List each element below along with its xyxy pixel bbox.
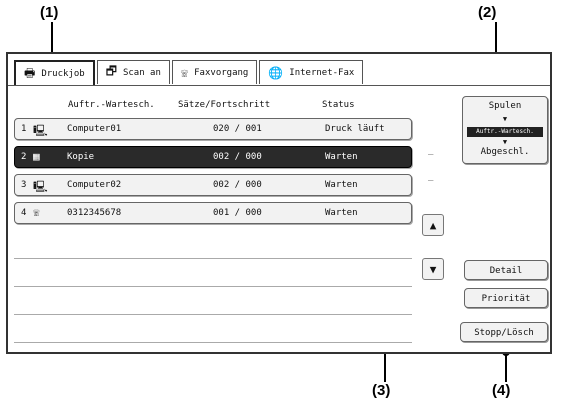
job-number: 2 bbox=[21, 152, 27, 162]
tab-divider bbox=[8, 85, 550, 86]
divider-mark: – bbox=[428, 176, 434, 186]
callout-3: (3) bbox=[372, 382, 391, 399]
callout-1: (1) bbox=[40, 4, 59, 21]
priority-button[interactable]: Priorität bbox=[464, 288, 548, 308]
completed-label: Abgeschl. bbox=[480, 147, 530, 157]
spool-label: Spulen bbox=[488, 101, 522, 111]
queue-label: Auftr.-Wartesch. bbox=[467, 127, 543, 137]
job-number: 3 bbox=[21, 180, 27, 190]
empty-row-line bbox=[14, 258, 412, 259]
copy-icon: ▦ bbox=[33, 150, 40, 163]
job-row[interactable]: 4 ☏ 0312345678 001 / 000 Warten bbox=[14, 202, 412, 224]
scroll-down-button[interactable]: ▼ bbox=[422, 258, 444, 280]
queue-selector-button[interactable]: Spulen ▼ Auftr.-Wartesch. ▼ Abgeschl. bbox=[462, 96, 548, 164]
callout-4-line bbox=[505, 352, 507, 382]
job-row-selected[interactable]: 2 ▦ Kopie 002 / 000 Warten bbox=[14, 146, 412, 168]
tab-label: Faxvorgang bbox=[194, 67, 249, 78]
internet-fax-icon: 🌐 bbox=[268, 65, 284, 80]
detail-button[interactable]: Detail bbox=[464, 260, 548, 280]
tab-internet-fax[interactable]: 🌐 Internet-Fax bbox=[259, 60, 364, 84]
job-number: 4 bbox=[21, 208, 27, 218]
job-progress: 020 / 001 bbox=[213, 124, 262, 134]
job-progress: 002 / 000 bbox=[213, 152, 262, 162]
job-name: Computer02 bbox=[67, 180, 122, 190]
arrow-up-icon: ▲ bbox=[429, 219, 437, 232]
column-header-status: Status bbox=[322, 100, 355, 110]
job-number: 1 bbox=[21, 124, 27, 134]
job-status: Warten bbox=[325, 152, 358, 162]
job-status: Druck läuft bbox=[325, 124, 385, 134]
job-status: Warten bbox=[325, 208, 358, 218]
job-status-screen: 🖶 Druckjob 🗗 Scan an ☏ Faxvorgang 🌐 Inte… bbox=[6, 52, 552, 354]
printer-icon: 🖶 bbox=[24, 65, 36, 80]
tab-print-job[interactable]: 🖶 Druckjob bbox=[14, 60, 95, 86]
computer-icon: 🖳 bbox=[33, 180, 48, 193]
fax-icon: ☏ bbox=[33, 206, 40, 219]
job-name: Kopie bbox=[67, 152, 95, 162]
tab-scan-to[interactable]: 🗗 Scan an bbox=[96, 60, 170, 84]
job-row[interactable]: 3 🖳 Computer02 002 / 000 Warten bbox=[14, 174, 412, 196]
column-header-progress: Sätze/Fortschritt bbox=[178, 100, 271, 110]
mode-tabs: 🖶 Druckjob 🗗 Scan an ☏ Faxvorgang 🌐 Inte… bbox=[14, 60, 365, 86]
callout-4: (4) bbox=[492, 382, 511, 399]
job-progress: 001 / 000 bbox=[213, 208, 262, 218]
arrow-down-icon: ▼ bbox=[429, 263, 437, 276]
scan-icon: 🗗 bbox=[105, 64, 117, 78]
stop-delete-button[interactable]: Stopp/Lösch bbox=[460, 322, 548, 342]
computer-icon: 🖳 bbox=[33, 124, 48, 137]
arrow-down-icon: ▼ bbox=[502, 115, 508, 123]
job-status: Warten bbox=[325, 180, 358, 190]
arrow-down-icon: ▼ bbox=[502, 138, 508, 146]
tab-fax-job[interactable]: ☏ Faxvorgang bbox=[171, 60, 258, 84]
column-header-queue: Auftr.-Wartesch. bbox=[68, 100, 155, 110]
scroll-up-button[interactable]: ▲ bbox=[422, 214, 444, 236]
fax-icon: ☏ bbox=[180, 65, 189, 80]
callout-2: (2) bbox=[478, 4, 497, 21]
empty-row-line bbox=[14, 342, 412, 343]
tab-label: Druckjob bbox=[41, 69, 85, 79]
divider-mark: – bbox=[428, 150, 434, 160]
job-name: Computer01 bbox=[67, 124, 122, 134]
empty-row-line bbox=[14, 314, 412, 315]
tab-label: Internet-Fax bbox=[289, 67, 355, 78]
job-row[interactable]: 1 🖳 Computer01 020 / 001 Druck läuft bbox=[14, 118, 412, 140]
tab-label: Scan an bbox=[122, 67, 161, 78]
job-name: 0312345678 bbox=[67, 208, 122, 218]
job-progress: 002 / 000 bbox=[213, 180, 262, 190]
empty-row-line bbox=[14, 286, 412, 287]
